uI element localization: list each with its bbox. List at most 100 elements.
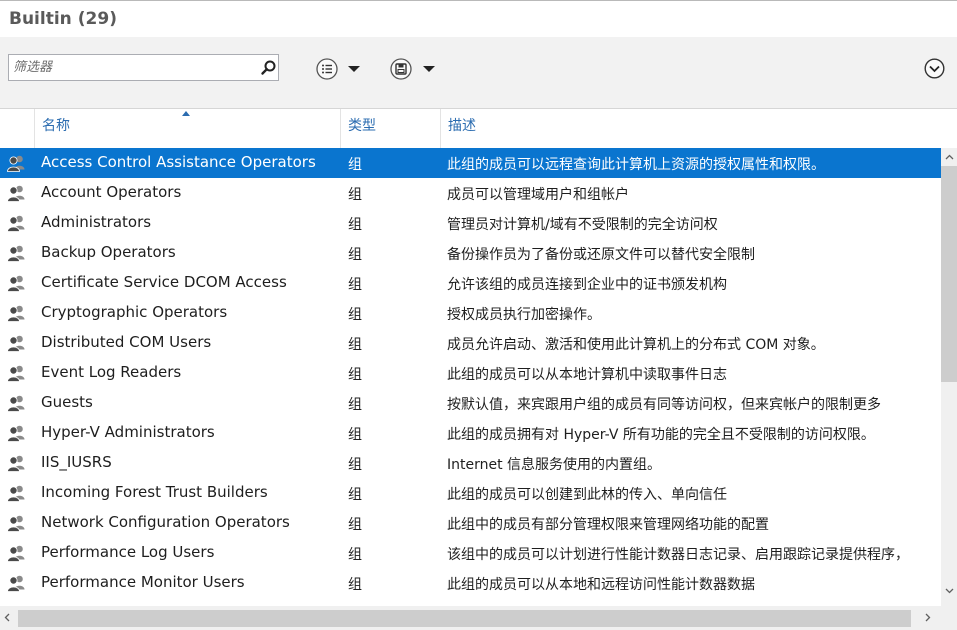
view-options-button[interactable] <box>316 57 364 81</box>
table-row[interactable]: Distributed COM Users 组 成员允许启动、激活和使用此计算机上的… <box>0 328 941 358</box>
row-name: Cryptographic Operators <box>41 303 228 321</box>
row-name: Performance Log Users <box>41 543 215 561</box>
row-type: 组 <box>348 367 362 383</box>
container-name: Builtin <box>9 9 72 29</box>
scroll-up-icon <box>945 154 954 160</box>
column-desc-header[interactable]: 描述 <box>448 109 938 148</box>
row-description: 授权成员执行加密操作。 <box>447 307 601 323</box>
sort-ascending-icon <box>182 111 190 116</box>
table-row[interactable]: Backup Operators 组 备份操作员为了备份或还原文件可以替代安全限制 <box>0 238 941 268</box>
row-description: 该组中的成员可以计划进行性能计数器日志记录、启用跟踪记录提供程序， <box>447 547 909 563</box>
group-icon <box>6 334 26 352</box>
table-row[interactable]: Incoming Forest Trust Builders 组 此组的成员可以创建… <box>0 478 941 508</box>
table-row[interactable]: Performance Log Users 组 该组中的成员可以计划进行性能计数器日… <box>0 538 941 568</box>
row-name: Performance Monitor Users <box>41 573 245 591</box>
row-type: 组 <box>348 157 362 173</box>
table-row[interactable]: Performance Monitor Users 组 此组的成员可以从本地和远程访… <box>0 568 941 598</box>
save-query-button[interactable] <box>390 57 438 81</box>
chevron-down-icon <box>423 66 435 72</box>
table-row[interactable]: Certificate Service DCOM Access 组 允许该组的成员连… <box>0 268 941 298</box>
row-description: Internet 信息服务使用的内置组。 <box>447 457 662 473</box>
row-name: Hyper-V Administrators <box>41 423 215 441</box>
row-description: 此组的成员可以从本地和远程访问性能计数器数据 <box>447 577 755 593</box>
row-type: 组 <box>348 517 362 533</box>
group-icon <box>6 304 26 322</box>
row-type: 组 <box>348 337 362 353</box>
expand-button[interactable] <box>924 58 945 79</box>
group-icon <box>6 574 26 592</box>
section-header: Builtin (29) <box>0 1 957 37</box>
row-name: Account Operators <box>41 183 182 201</box>
row-name: Guests <box>41 393 93 411</box>
scroll-left-icon <box>4 613 10 622</box>
column-separator <box>340 109 341 148</box>
horizontal-scrollbar[interactable] <box>0 606 941 630</box>
row-description: 此组的成员可以创建到此林的传入、单向信任 <box>447 487 727 503</box>
row-name: Certificate Service DCOM Access <box>41 273 287 291</box>
table-row[interactable]: Network Configuration Operators 组 此组中的成员有部… <box>0 508 941 538</box>
row-name: Access Control Assistance Operators <box>41 153 316 171</box>
column-name-label: 名称 <box>42 118 70 134</box>
group-icon <box>6 184 26 202</box>
column-header: 名称 类型 描述 <box>0 108 957 148</box>
row-description: 允许该组的成员连接到企业中的证书颁发机构 <box>447 277 727 293</box>
table-row[interactable]: Cryptographic Operators 组 授权成员执行加密操作。 <box>0 298 941 328</box>
table-row[interactable]: Access Control Assistance Operators 组 此组的成… <box>0 148 941 178</box>
filter-box <box>8 54 279 81</box>
chevron-down-icon <box>348 66 360 72</box>
filter-input[interactable] <box>13 57 253 78</box>
row-description: 备份操作员为了备份或还原文件可以替代安全限制 <box>447 247 755 263</box>
scrollbar-corner <box>941 606 957 630</box>
toolbar <box>0 37 957 108</box>
group-icon <box>6 424 26 442</box>
table-row[interactable]: Hyper-V Administrators 组 此组的成员拥有对 Hyper-V … <box>0 418 941 448</box>
scroll-down-icon <box>945 588 954 594</box>
table-row[interactable]: IIS_IUSRS 组 Internet 信息服务使用的内置组。 <box>0 448 941 478</box>
column-separator <box>440 109 441 148</box>
table-row[interactable]: Event Log Readers 组 此组的成员可以从本地计算机中读取事件日志 <box>0 358 941 388</box>
row-type: 组 <box>348 277 362 293</box>
group-icon <box>6 214 26 232</box>
table-row[interactable]: Administrators 组 管理员对计算机/域有不受限制的完全访问权 <box>0 208 941 238</box>
row-name: Event Log Readers <box>41 363 182 381</box>
row-type: 组 <box>348 427 362 443</box>
group-icon <box>6 394 26 412</box>
column-type-header[interactable]: 类型 <box>348 109 438 148</box>
table-row[interactable]: Guests 组 按默认值，来宾跟用户组的成员有同等访问权，但来宾帐户的限制更多 <box>0 388 941 418</box>
row-description: 按默认值，来宾跟用户组的成员有同等访问权，但来宾帐户的限制更多 <box>447 397 881 413</box>
column-separator <box>34 109 35 148</box>
scroll-right-icon <box>925 613 931 622</box>
row-name: Backup Operators <box>41 243 176 261</box>
row-description: 成员可以管理域用户和组帐户 <box>447 187 629 203</box>
chevron-down-circle-icon <box>924 58 945 79</box>
search-icon[interactable] <box>260 59 278 77</box>
row-description: 此组的成员可以从本地计算机中读取事件日志 <box>447 367 727 383</box>
row-name: Distributed COM Users <box>41 333 212 351</box>
group-list: Access Control Assistance Operators 组此组的成… <box>0 148 941 606</box>
column-desc-label: 描述 <box>448 118 476 134</box>
row-description: 成员允许启动、激活和使用此计算机上的分布式 COM 对象。 <box>447 337 825 353</box>
row-type: 组 <box>348 577 362 593</box>
row-type: 组 <box>348 307 362 323</box>
vertical-scroll-thumb[interactable] <box>941 166 957 382</box>
horizontal-scroll-thumb[interactable] <box>18 610 911 627</box>
vertical-scrollbar[interactable] <box>941 148 957 606</box>
save-icon <box>390 58 412 80</box>
group-icon <box>6 454 26 472</box>
table-row[interactable]: Account Operators 组 成员可以管理域用户和组帐户 <box>0 178 941 208</box>
row-type: 组 <box>348 547 362 563</box>
row-type: 组 <box>348 457 362 473</box>
column-type-label: 类型 <box>348 118 376 134</box>
row-name: Incoming Forest Trust Builders <box>41 483 268 501</box>
row-description: 管理员对计算机/域有不受限制的完全访问权 <box>447 217 718 233</box>
group-icon <box>6 274 26 292</box>
row-name: Network Configuration Operators <box>41 513 290 531</box>
row-description: 此组的成员拥有对 Hyper-V 所有功能的完全且不受限制的访问权限。 <box>447 427 875 443</box>
row-name: Administrators <box>41 213 152 231</box>
group-icon <box>6 244 26 262</box>
row-description: 此组的成员可以远程查询此计算机上资源的授权属性和权限。 <box>447 157 825 173</box>
group-icon <box>6 544 26 562</box>
column-name-header[interactable]: 名称 <box>42 109 338 148</box>
group-icon <box>6 514 26 532</box>
page-title: Builtin (29) <box>9 9 117 29</box>
